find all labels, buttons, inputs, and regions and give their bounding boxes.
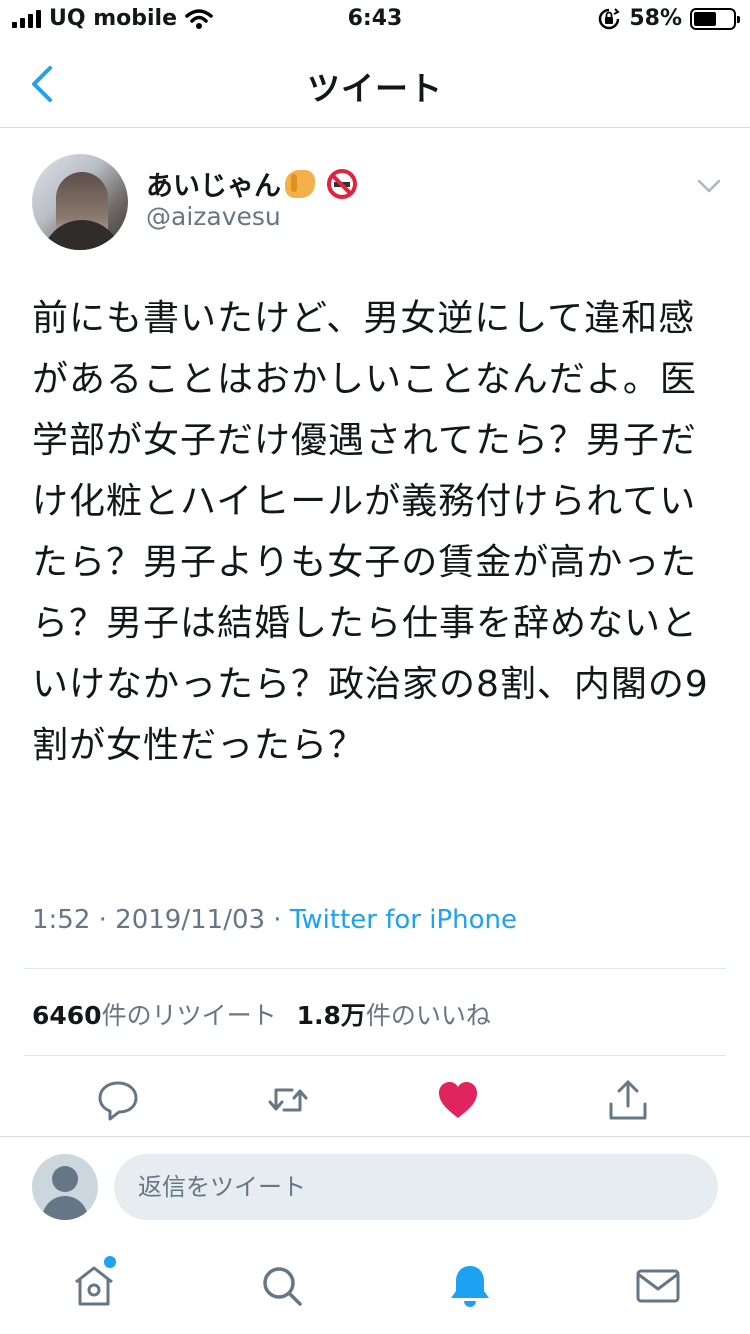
reply-button[interactable] bbox=[96, 1078, 140, 1122]
hand-emoji-icon bbox=[285, 169, 315, 198]
nav-header: ツイート bbox=[0, 40, 750, 128]
like-stat[interactable]: 1.8万件のいいね bbox=[297, 996, 491, 1032]
tab-messages[interactable] bbox=[634, 1262, 682, 1310]
tab-search[interactable] bbox=[258, 1262, 306, 1310]
heart-icon bbox=[439, 1082, 477, 1118]
like-button[interactable] bbox=[436, 1078, 480, 1122]
tweet-timestamp: 1:52 · 2019/11/03 · bbox=[32, 905, 290, 935]
share-icon bbox=[609, 1080, 647, 1120]
page-title: ツイート bbox=[307, 69, 443, 108]
reply-input[interactable]: 返信をツイート bbox=[114, 1154, 718, 1220]
tweet-source-link[interactable]: Twitter for iPhone bbox=[290, 905, 517, 935]
user-avatar bbox=[32, 1154, 98, 1220]
tweet-text: 前にも書いたけど、男女逆にして違和感があることはおかしいことなんだよ。医学部が女… bbox=[32, 298, 709, 766]
author-avatar[interactable] bbox=[32, 154, 128, 250]
retweet-icon bbox=[268, 1088, 308, 1112]
like-label: 件のいいね bbox=[365, 1001, 491, 1030]
tweet-menu-button[interactable] bbox=[696, 176, 722, 196]
reply-icon bbox=[98, 1081, 138, 1121]
retweet-stat[interactable]: 6460件のリツイート bbox=[32, 996, 277, 1032]
retweet-button[interactable] bbox=[266, 1078, 310, 1122]
display-name-text: あいじゃん bbox=[146, 171, 281, 202]
divider bbox=[24, 1055, 726, 1056]
no-smoking-emoji-icon bbox=[327, 168, 357, 199]
orientation-lock-icon bbox=[599, 7, 621, 29]
tab-home[interactable] bbox=[70, 1262, 118, 1310]
divider bbox=[24, 968, 726, 969]
tweet-meta: 1:52 · 2019/11/03 · Twitter for iPhone bbox=[32, 905, 517, 935]
home-icon bbox=[75, 1266, 113, 1306]
tweet-stats: 6460件のリツイート 1.8万件のいいね bbox=[32, 996, 491, 1032]
battery-level bbox=[694, 11, 717, 26]
mail-icon bbox=[636, 1269, 680, 1303]
share-button[interactable] bbox=[606, 1078, 650, 1122]
retweet-label: 件のリツイート bbox=[101, 1001, 277, 1030]
author-display-name[interactable]: あいじゃん bbox=[146, 164, 357, 203]
retweet-count: 6460 bbox=[32, 1001, 102, 1030]
author-handle[interactable]: @aizavesu bbox=[146, 202, 281, 231]
chevron-down-icon bbox=[697, 179, 721, 193]
search-icon bbox=[263, 1267, 302, 1306]
bell-icon bbox=[451, 1266, 489, 1307]
status-right: 58% bbox=[597, 6, 740, 31]
status-bar: UQ mobile 6:43 58% bbox=[0, 0, 750, 40]
battery-percent: 58% bbox=[629, 6, 682, 31]
battery-icon bbox=[690, 7, 740, 30]
tab-notifications[interactable] bbox=[446, 1262, 494, 1310]
divider bbox=[0, 1136, 750, 1137]
like-count: 1.8万 bbox=[296, 1001, 366, 1030]
